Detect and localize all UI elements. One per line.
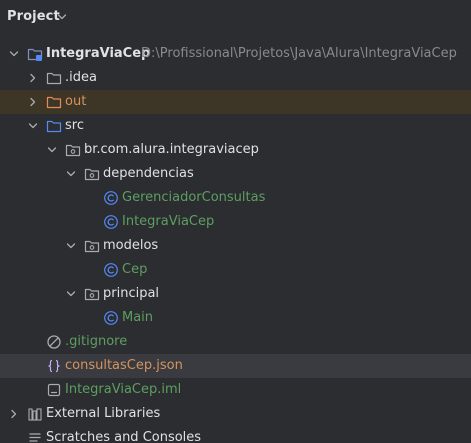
tree-row-consultascep-json[interactable]: consultasCep.json xyxy=(0,354,471,378)
expand-arrow-down-icon[interactable] xyxy=(28,121,38,131)
class-icon xyxy=(104,215,118,229)
tree-row-external-libraries[interactable]: External Libraries xyxy=(0,402,471,426)
tree-label-gerenciador-consultas: GerenciadorConsultas xyxy=(122,190,266,205)
expand-arrow-down-icon[interactable] xyxy=(47,145,57,155)
tree-row-modelos[interactable]: modelos xyxy=(0,234,471,258)
expand-arrow-right-icon[interactable] xyxy=(28,73,38,83)
chevron-down-icon[interactable] xyxy=(57,12,67,22)
tree-row-main[interactable]: Main xyxy=(0,306,471,330)
expand-arrow-down-icon[interactable] xyxy=(9,49,19,59)
tree-row-integraviacep-class[interactable]: IntegraViaCep xyxy=(0,210,471,234)
expand-arrow-down-icon[interactable] xyxy=(66,289,76,299)
module-folder-icon xyxy=(27,48,43,61)
class-icon xyxy=(104,191,118,205)
project-panel-header: Project xyxy=(0,0,471,34)
expand-arrow-right-icon[interactable] xyxy=(9,409,19,419)
tree-label-consultascep-json: consultasCep.json xyxy=(65,358,183,373)
tree-label-cep: Cep xyxy=(122,262,148,277)
package-icon xyxy=(84,288,100,301)
package-icon xyxy=(84,240,100,253)
class-icon xyxy=(104,311,118,325)
expand-arrow-down-icon[interactable] xyxy=(66,241,76,251)
excluded-folder-icon xyxy=(46,96,62,109)
tree-label-principal: principal xyxy=(103,286,160,301)
tree-project-path: D:\Profissional\Projetos\Java\Alura\Inte… xyxy=(141,46,457,61)
tree-row-dependencias[interactable]: dependencias xyxy=(0,162,471,186)
tree-label-gitignore: .gitignore xyxy=(65,334,128,349)
tree-label-scratches-consoles: Scratches and Consoles xyxy=(46,430,202,443)
tree-label-project-root: IntegraViaCep xyxy=(46,46,151,61)
tree-row-cep[interactable]: Cep xyxy=(0,258,471,282)
expand-arrow-right-icon[interactable] xyxy=(28,97,38,107)
package-icon xyxy=(65,144,81,157)
project-tool-window: Project IntegraViaCep D:\Profissional\Pr… xyxy=(0,0,471,443)
tree-label-modelos: modelos xyxy=(103,238,159,253)
tree-label-idea: .idea xyxy=(65,70,97,85)
source-folder-icon xyxy=(46,120,62,133)
tree-row-scratches-consoles[interactable]: Scratches and Consoles xyxy=(0,426,471,443)
tree-label-external-libraries: External Libraries xyxy=(46,406,161,421)
tree-row-package-root[interactable]: br.com.alura.integraviacep xyxy=(0,138,471,162)
tree-label-integraviacep-class: IntegraViaCep xyxy=(122,214,215,229)
tree-label-integraviacep-iml: IntegraViaCep.iml xyxy=(65,382,182,397)
project-view-title[interactable]: Project xyxy=(7,9,60,24)
tree-label-package-root: br.com.alura.integraviacep xyxy=(84,142,259,157)
tree-row-out[interactable]: out xyxy=(0,90,471,114)
tree-row-project-root[interactable]: IntegraViaCep D:\Profissional\Projetos\J… xyxy=(0,42,471,66)
ignore-file-icon xyxy=(47,335,61,349)
json-file-icon xyxy=(48,359,60,373)
class-icon xyxy=(104,263,118,277)
expand-arrow-down-icon[interactable] xyxy=(66,169,76,179)
scratches-icon xyxy=(29,433,41,442)
tree-row-gerenciador-consultas[interactable]: GerenciadorConsultas xyxy=(0,186,471,210)
tree-row-principal[interactable]: principal xyxy=(0,282,471,306)
tree-row-src[interactable]: src xyxy=(0,114,471,138)
tree-label-out: out xyxy=(65,94,87,109)
libraries-icon xyxy=(28,408,42,421)
tree-row-gitignore[interactable]: .gitignore xyxy=(0,330,471,354)
package-icon xyxy=(84,168,100,181)
folder-icon xyxy=(46,72,62,85)
tree-label-dependencias: dependencias xyxy=(103,166,194,181)
tree-label-main: Main xyxy=(122,310,154,325)
module-file-icon xyxy=(47,383,61,397)
tree-label-src: src xyxy=(65,118,84,133)
tree-row-integraviacep-iml[interactable]: IntegraViaCep.iml xyxy=(0,378,471,402)
tree-row-idea[interactable]: .idea xyxy=(0,66,471,90)
